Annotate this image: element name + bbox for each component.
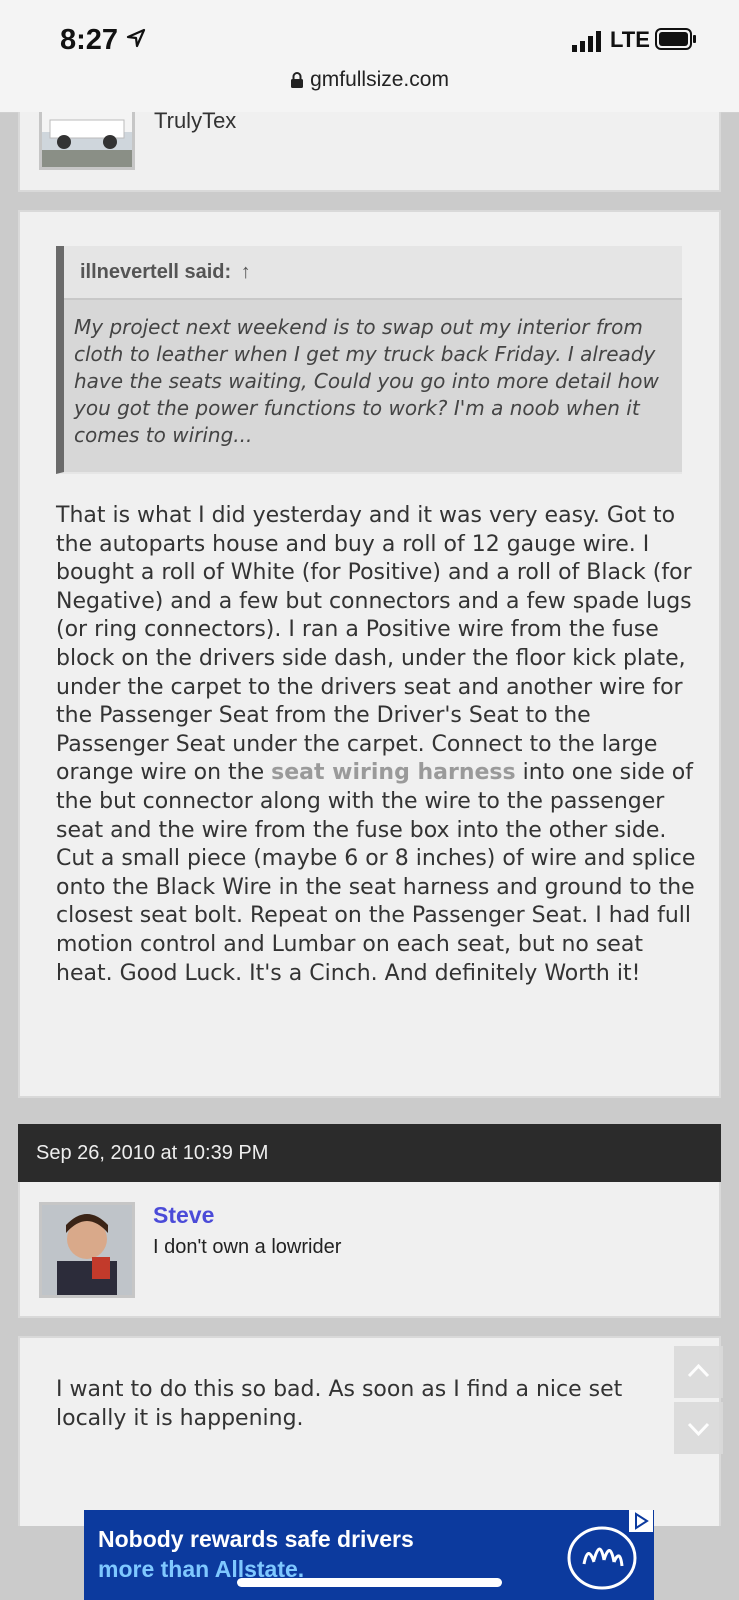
username[interactable]: Steve: [153, 1202, 214, 1229]
signal-bars-icon: [572, 31, 601, 52]
chevron-up-icon: [687, 1363, 710, 1378]
post-body: I want to do this so bad. As soon as I f…: [56, 1377, 623, 1431]
post-body: That is what I did yesterday and it was …: [56, 502, 696, 988]
clock: 8:27: [60, 24, 119, 56]
scroll-up-button[interactable]: [674, 1346, 723, 1398]
lock-icon: [291, 72, 304, 89]
scroll-down-button[interactable]: [674, 1402, 723, 1454]
prev-post-user-card: TrulyTex: [18, 108, 721, 192]
avatar[interactable]: [39, 112, 135, 170]
quote-block: illnevertell said: ↑ My project next wee…: [56, 246, 682, 474]
status-bar: 8:27 LTE gmfullsize.com: [0, 0, 739, 113]
url-bar[interactable]: gmfullsize.com: [0, 68, 739, 92]
truck-avatar-image: [42, 112, 132, 167]
jump-to-quote-arrow-icon[interactable]: ↑: [241, 261, 251, 283]
allstate-logo-icon: [567, 1526, 637, 1590]
seat-wiring-harness-link[interactable]: seat wiring harness: [271, 760, 516, 785]
chevron-down-icon: [687, 1422, 710, 1437]
post-date-bar: Sep 26, 2010 at 10:39 PM: [18, 1124, 721, 1182]
user-card: [18, 1182, 721, 1318]
quote-header: illnevertell said: ↑: [64, 246, 682, 300]
home-indicator[interactable]: [237, 1578, 502, 1587]
user-avatar-image: [42, 1205, 132, 1295]
adchoices-icon[interactable]: [629, 1510, 653, 1532]
battery-icon: [655, 28, 696, 50]
post-text-part: into one side of the but connector along…: [56, 760, 696, 986]
url-text: gmfullsize.com: [310, 68, 449, 91]
network-label: LTE: [610, 27, 650, 52]
avatar[interactable]: [39, 1202, 135, 1298]
username[interactable]: TrulyTex: [154, 108, 236, 134]
ad-headline: Nobody rewards safe drivers: [98, 1526, 414, 1552]
location-arrow-icon: [126, 28, 146, 48]
user-title: I don't own a lowrider: [153, 1236, 342, 1258]
post-text-part: That is what I did yesterday and it was …: [56, 503, 692, 786]
quote-text: My project next weekend is to swap out m…: [74, 315, 659, 447]
quote-author[interactable]: illnevertell said:: [80, 261, 231, 283]
